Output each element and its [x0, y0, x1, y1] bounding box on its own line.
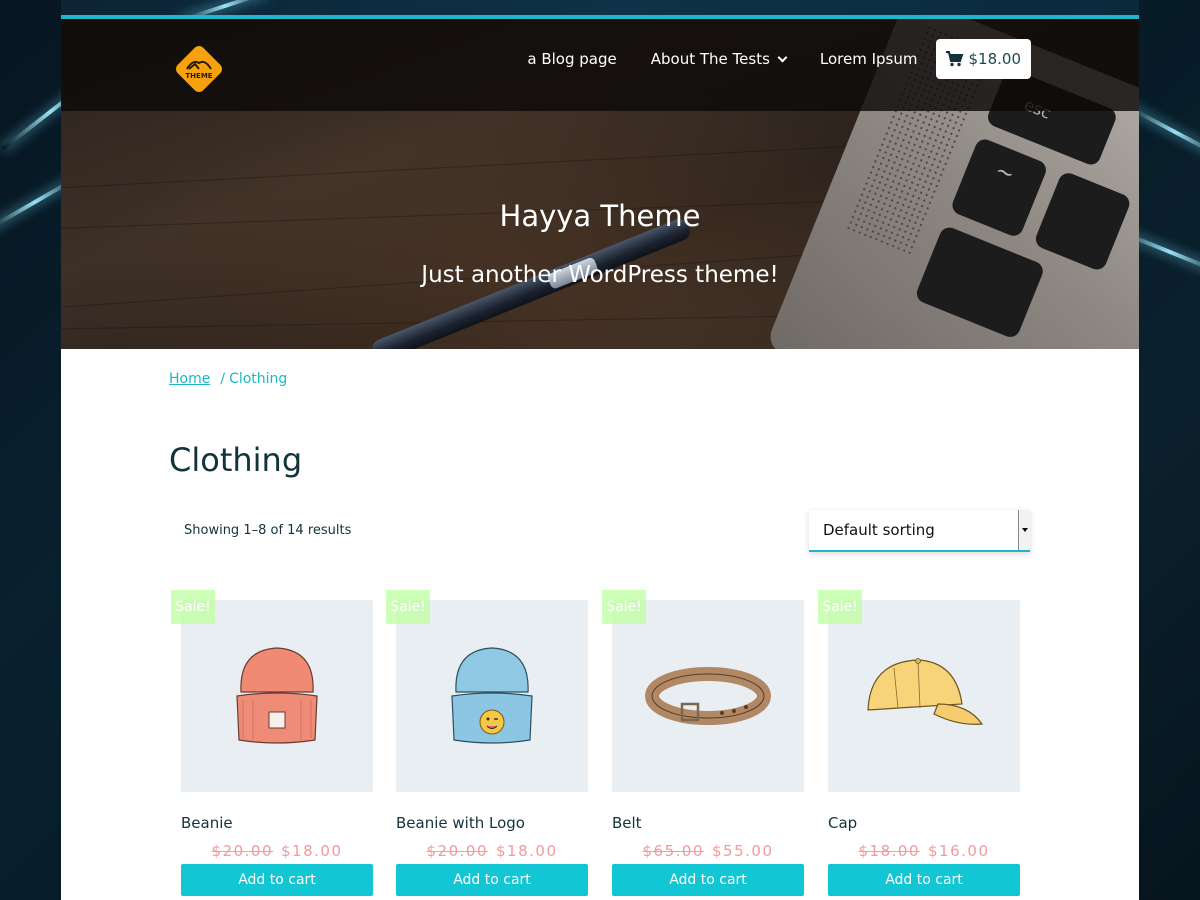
- main-menu: a Blog page About The Tests Lorem Ipsum …: [493, 39, 1031, 79]
- page-container: esc ~ THEME a Blog page: [61, 15, 1139, 900]
- menu-item-lorem-ipsum[interactable]: Lorem Ipsum: [820, 50, 918, 68]
- cart-icon: [945, 51, 963, 67]
- top-navigation-bar: THEME a Blog page About The Tests Lorem …: [61, 19, 1139, 111]
- menu-item-label: About The Tests: [650, 50, 770, 68]
- background-left: [0, 0, 61, 900]
- add-to-cart-button[interactable]: Add to cart: [828, 864, 1020, 896]
- cart-button[interactable]: $18.00: [935, 39, 1031, 79]
- product-price: $18.00 $16.00: [828, 842, 1020, 860]
- page-title: Clothing: [169, 441, 303, 479]
- background-right: [1139, 0, 1200, 900]
- sale-badge: Sale!: [818, 590, 862, 624]
- menu-item-label: Lorem Ipsum: [819, 50, 918, 68]
- breadcrumb-separator: /: [220, 371, 226, 387]
- beanie-logo-image: [451, 647, 533, 744]
- sale-badge: Sale!: [602, 590, 646, 624]
- add-to-cart-button[interactable]: Add to cart: [396, 864, 588, 896]
- menu-item-label: a Blog page: [527, 50, 617, 68]
- breadcrumb-home-link[interactable]: Home: [169, 371, 210, 387]
- site-tagline: Just another WordPress theme!: [421, 262, 779, 288]
- product-sale-price: $18.00: [496, 842, 558, 860]
- site-title: Hayya Theme: [499, 199, 701, 233]
- sorting-select[interactable]: Default sorting: [809, 510, 1030, 552]
- breadcrumb: Home / Clothing: [169, 371, 287, 387]
- menu-item-blog-page[interactable]: a Blog page: [527, 50, 616, 68]
- belt-image: [645, 667, 771, 725]
- beanie-image: [236, 647, 318, 744]
- product-old-price: $20.00: [426, 842, 488, 860]
- breadcrumb-current: Clothing: [229, 371, 288, 387]
- product-sale-price: $18.00: [281, 842, 343, 860]
- site-logo[interactable]: THEME: [169, 39, 229, 99]
- add-to-cart-button[interactable]: Add to cart: [612, 864, 804, 896]
- svg-text:THEME: THEME: [185, 72, 212, 80]
- sale-badge: Sale!: [386, 590, 430, 624]
- product-name[interactable]: Beanie: [181, 814, 233, 832]
- product-image[interactable]: Sale!: [818, 590, 1020, 792]
- product-sale-price: $55.00: [712, 842, 774, 860]
- product-price: $20.00 $18.00: [181, 842, 373, 860]
- sale-badge: Sale!: [171, 590, 215, 624]
- product-price: $65.00 $55.00: [612, 842, 804, 860]
- sorting-selected-value: Default sorting: [823, 521, 935, 539]
- product-old-price: $18.00: [858, 842, 920, 860]
- result-count: Showing 1–8 of 14 results: [184, 523, 352, 538]
- logo-icon: THEME: [176, 46, 222, 92]
- chevron-down-icon: [777, 52, 788, 62]
- product-name[interactable]: Cap: [828, 814, 857, 832]
- product-sale-price: $16.00: [928, 842, 990, 860]
- cart-total: $18.00: [968, 50, 1022, 68]
- product-price: $20.00 $18.00: [396, 842, 588, 860]
- product-old-price: $65.00: [642, 842, 704, 860]
- product-image[interactable]: Sale!: [602, 590, 804, 792]
- cap-image: [867, 658, 984, 725]
- product-name[interactable]: Belt: [612, 814, 642, 832]
- product-name[interactable]: Beanie with Logo: [396, 814, 525, 832]
- product-image[interactable]: Sale!: [386, 590, 588, 792]
- product-old-price: $20.00: [211, 842, 273, 860]
- menu-item-about-the-tests[interactable]: About The Tests: [650, 50, 788, 68]
- site-header: esc ~ THEME a Blog page: [61, 19, 1139, 349]
- dropdown-arrow-icon: [1018, 510, 1030, 550]
- add-to-cart-button[interactable]: Add to cart: [181, 864, 373, 896]
- product-image[interactable]: Sale!: [171, 590, 373, 792]
